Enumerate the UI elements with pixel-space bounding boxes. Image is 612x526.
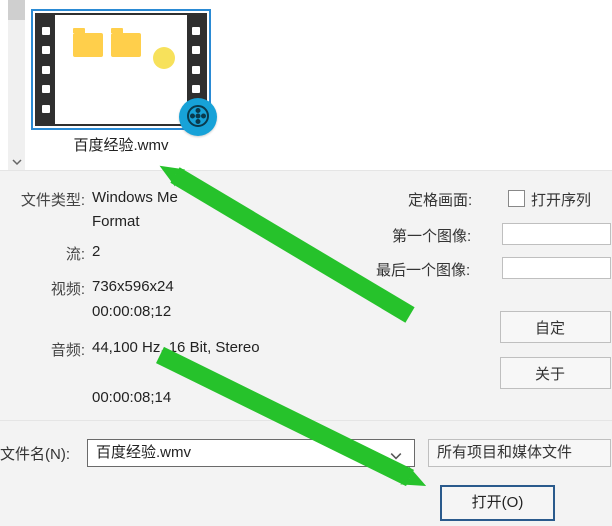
file-list-area: 百度经验.wmv (0, 0, 612, 170)
file-item-selected[interactable]: 百度经验.wmv (35, 13, 207, 155)
checkbox-icon[interactable] (508, 190, 525, 207)
info-panel: 文件类型: Windows Me Format 流: 2 视频: 736x596… (0, 170, 612, 420)
scrollbar-arrow-down-icon[interactable] (8, 153, 25, 170)
label-video: 视频: (0, 278, 85, 299)
value-file-type-line1: Windows Me (92, 189, 292, 206)
input-last-image[interactable] (502, 257, 611, 279)
bottom-bar: 文件名(N): 百度经验.wmv 所有项目和媒体文件 打开(O) (0, 420, 612, 526)
about-button[interactable]: 关于 (500, 357, 611, 389)
root: 百度经验.wmv 文件类型: Windows Me Format 流: 2 视频… (0, 0, 612, 526)
label-file-type: 文件类型: (0, 189, 85, 210)
film-frame-icon (35, 13, 207, 126)
label-filename: 文件名(N): (0, 443, 70, 464)
value-video-duration: 00:00:08;12 (92, 303, 292, 320)
label-freeze-frame: 定格画面: (408, 189, 472, 210)
label-open-sequence: 打开序列 (531, 192, 591, 209)
filetype-select[interactable]: 所有项目和媒体文件 (428, 439, 611, 467)
value-streams: 2 (92, 243, 292, 260)
value-video: 736x596x24 (92, 278, 292, 295)
custom-button[interactable]: 自定 (500, 311, 611, 343)
filename-value: 百度经验.wmv (96, 440, 191, 466)
scrollbar-vertical[interactable] (8, 0, 25, 170)
play-badge-icon (179, 98, 217, 136)
label-last-image: 最后一个图像: (376, 259, 470, 280)
scrollbar-thumb[interactable] (8, 0, 25, 20)
file-thumbnail[interactable] (35, 13, 207, 126)
value-audio-duration: 00:00:08;14 (92, 389, 292, 406)
value-audio: 44,100 Hz, 16 Bit, Stereo (92, 339, 332, 356)
label-first-image: 第一个图像: (392, 225, 471, 246)
value-file-type-line2: Format (92, 213, 292, 230)
chevron-down-icon[interactable] (390, 445, 406, 461)
file-label: 百度经验.wmv (35, 134, 207, 155)
checkbox-open-sequence[interactable]: 打开序列 (508, 189, 591, 210)
filename-input[interactable]: 百度经验.wmv (87, 439, 415, 467)
input-first-image[interactable] (502, 223, 611, 245)
open-button[interactable]: 打开(O) (440, 485, 555, 521)
label-streams: 流: (0, 243, 85, 264)
label-audio: 音频: (0, 339, 85, 360)
